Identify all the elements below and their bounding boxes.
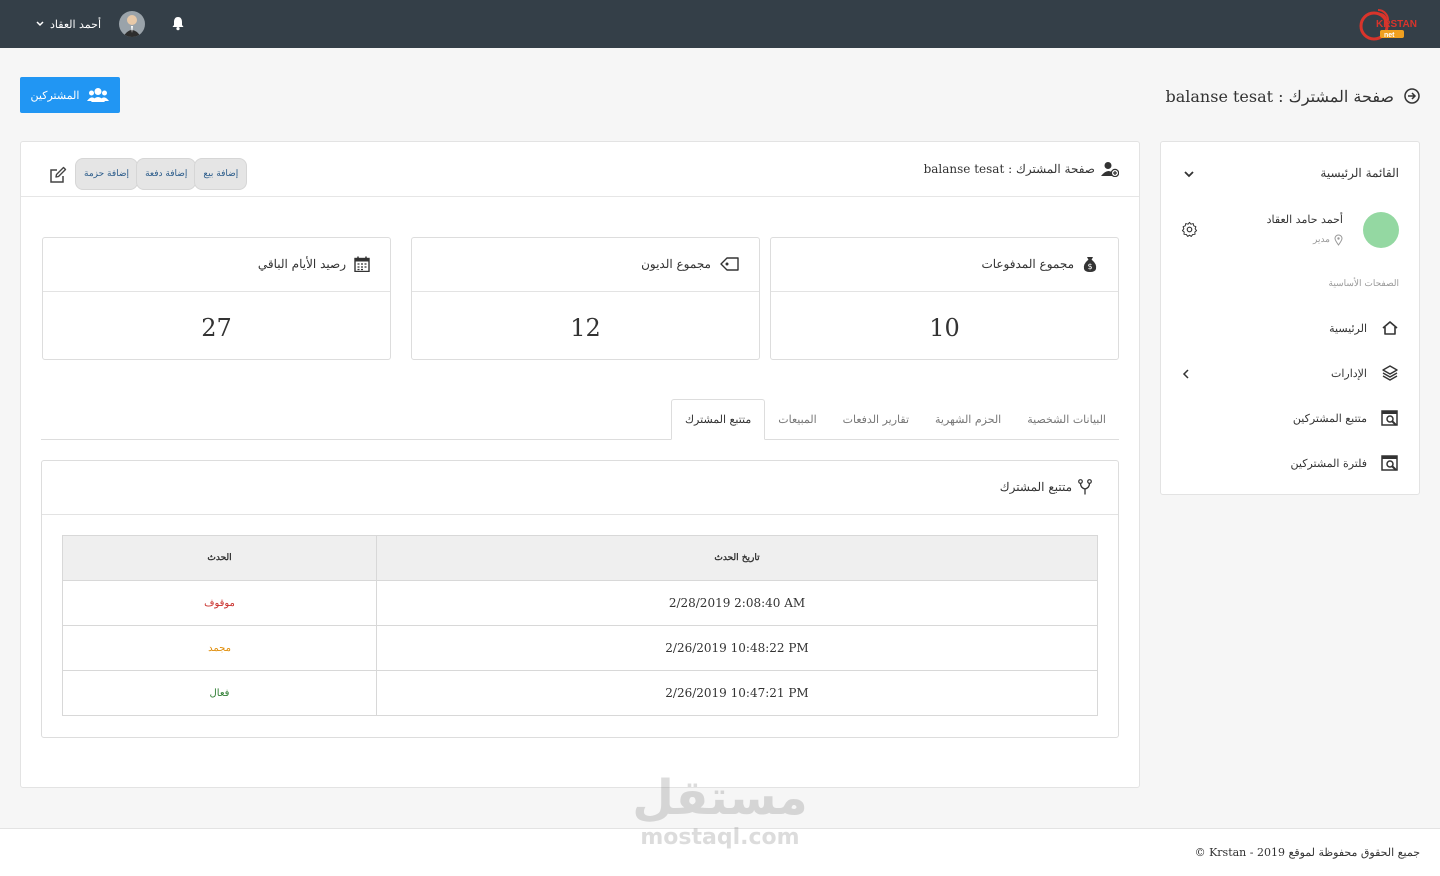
copyright-text: جميع الحقوق محفوظة لموقع 2019 - Krstan © [1194, 846, 1420, 859]
edit-icon[interactable] [49, 166, 67, 184]
sidebar-item-label: الرئيسية [1329, 321, 1367, 335]
stat-label: مجموع الديون [641, 257, 711, 271]
stat-card-debts: مجموع الديون 12 [411, 237, 760, 360]
event-date-cell: 2/28/2019 2:08:40 AM [376, 580, 1098, 626]
chevron-left-icon[interactable] [1181, 368, 1191, 380]
search-box-icon [1381, 455, 1398, 471]
sidebar-user-role: مدير [1313, 234, 1343, 246]
card-title: صفحة المشترك : balanse tesat [924, 161, 1119, 177]
calendar-icon [354, 256, 370, 272]
tab-monthly-packages[interactable]: الحزم الشهرية [922, 399, 1014, 439]
chevron-down-icon[interactable] [1183, 168, 1195, 180]
arrow-circle-right-icon[interactable] [1404, 88, 1420, 104]
sidebar-user-role-text: مدير [1312, 235, 1330, 245]
gear-icon[interactable] [1181, 221, 1198, 238]
table-row: 2/26/2019 10:48:22 PM مجمد [62, 625, 1098, 671]
add-package-button[interactable]: إضافة حزمة [75, 158, 139, 190]
top-navbar: KRSTAN net أحمد العقاد [0, 0, 1440, 48]
tab-personal-data[interactable]: البيانات الشخصية [1014, 399, 1119, 439]
money-bag-icon: $ [1083, 257, 1097, 272]
sidebar-section-label: الصفحات الأساسية [1328, 279, 1399, 289]
stat-value: 10 [929, 314, 960, 342]
subscribers-button-label: المشتركين [30, 88, 80, 102]
logo-subtext: net [1384, 32, 1395, 39]
action-button-group: إضافة حزمة إضافة دفعة إضافة بيع [75, 158, 248, 190]
stat-value: 12 [570, 314, 601, 342]
search-box-icon [1381, 410, 1398, 426]
sidebar-user-name: أحمد حامد العقاد [1266, 213, 1343, 226]
stat-card-payments: $ مجموع المدفوعات 10 [770, 237, 1119, 360]
chevron-down-icon [36, 21, 44, 27]
sidebar-item-departments[interactable]: الإدارات [1331, 362, 1399, 384]
logo-text: KRSTAN [1376, 19, 1417, 30]
subscriber-card: صفحة المشترك : balanse tesat إضافة حزمة … [20, 141, 1140, 788]
sidebar-item-label: الإدارات [1330, 366, 1367, 380]
stat-label: مجموع المدفوعات [981, 257, 1074, 271]
tracker-panel: متتبع المشترك تاريخ الحدث الحدث 2/28/201… [41, 460, 1119, 738]
sidebar-item-label: متتبع المشتركين [1292, 411, 1367, 425]
table-row: 2/28/2019 2:08:40 AM موقوف [62, 580, 1098, 626]
tab-subscriber-tracker[interactable]: متتبع المشترك [670, 399, 766, 440]
watermark-arabic: مستقل [632, 770, 808, 826]
sidebar-item-subscriber-tracker[interactable]: متتبع المشتركين [1293, 407, 1399, 429]
event-status-cell: فعال [62, 670, 377, 716]
card-title-text: صفحة المشترك : balanse tesat [923, 162, 1095, 176]
sidebar: القائمة الرئيسية أحمد حامد العقاد مدير ا… [1160, 141, 1420, 495]
event-date-cell: 2/26/2019 10:47:21 PM [376, 670, 1098, 716]
add-sale-button[interactable]: إضافة بيع [194, 158, 248, 190]
svg-text:$: $ [1087, 262, 1092, 271]
bell-icon[interactable] [170, 15, 186, 31]
tracker-table: تاريخ الحدث الحدث 2/28/2019 2:08:40 AM مو… [62, 535, 1098, 716]
watermark-latin: mostaql.com [640, 825, 800, 850]
tag-icon [720, 257, 739, 271]
location-pin-icon [1334, 234, 1343, 246]
tracker-title: متتبع المشترك [1000, 479, 1092, 495]
user-name: أحمد العقاد [50, 17, 102, 31]
stat-value: 27 [201, 314, 232, 342]
users-icon [87, 88, 110, 102]
stat-card-remaining-days: رصيد الأيام الباقي 27 [42, 237, 391, 360]
page-title: صفحة المشترك : balanse tesat [1165, 84, 1420, 108]
fork-icon [1078, 479, 1092, 495]
home-icon [1382, 321, 1398, 335]
sidebar-item-subscriber-filter[interactable]: فلترة المشتركين [1291, 452, 1399, 474]
avatar [119, 11, 146, 37]
event-date-cell: 2/26/2019 10:48:22 PM [376, 625, 1098, 671]
column-header: تاريخ الحدث [376, 535, 1098, 581]
add-payment-button[interactable]: إضافة دفعة [136, 158, 197, 190]
sidebar-item-home[interactable]: الرئيسية [1329, 317, 1399, 339]
event-status-cell: موقوف [62, 580, 377, 626]
krstan-logo[interactable]: KRSTAN net [1358, 6, 1420, 42]
column-header: الحدث [62, 535, 377, 581]
sidebar-item-label: فلترة المشتركين [1290, 456, 1367, 470]
card-header: صفحة المشترك : balanse tesat إضافة حزمة … [21, 142, 1139, 197]
user-plus-icon [1101, 162, 1119, 177]
tab-sales[interactable]: المبيعات [765, 399, 829, 439]
mostaql-watermark: مستقل mostaql.com [632, 770, 808, 860]
table-row: 2/26/2019 10:47:21 PM فعال [62, 670, 1098, 716]
layers-icon [1382, 365, 1398, 381]
user-menu[interactable]: أحمد العقاد [36, 10, 146, 38]
subscribers-button[interactable]: المشتركين [20, 77, 120, 113]
sidebar-user-avatar [1363, 212, 1399, 248]
tab-payment-reports[interactable]: تقارير الدفعات [830, 399, 922, 439]
tracker-title-text: متتبع المشترك [999, 480, 1072, 494]
page-title-text: صفحة المشترك : balanse tesat [1165, 86, 1394, 106]
sidebar-heading: القائمة الرئيسية [1320, 166, 1399, 180]
stat-label: رصيد الأيام الباقي [257, 257, 346, 271]
subscriber-tabs: البيانات الشخصية الحزم الشهرية تقارير ال… [41, 399, 1119, 440]
event-status-cell: مجمد [62, 625, 377, 671]
